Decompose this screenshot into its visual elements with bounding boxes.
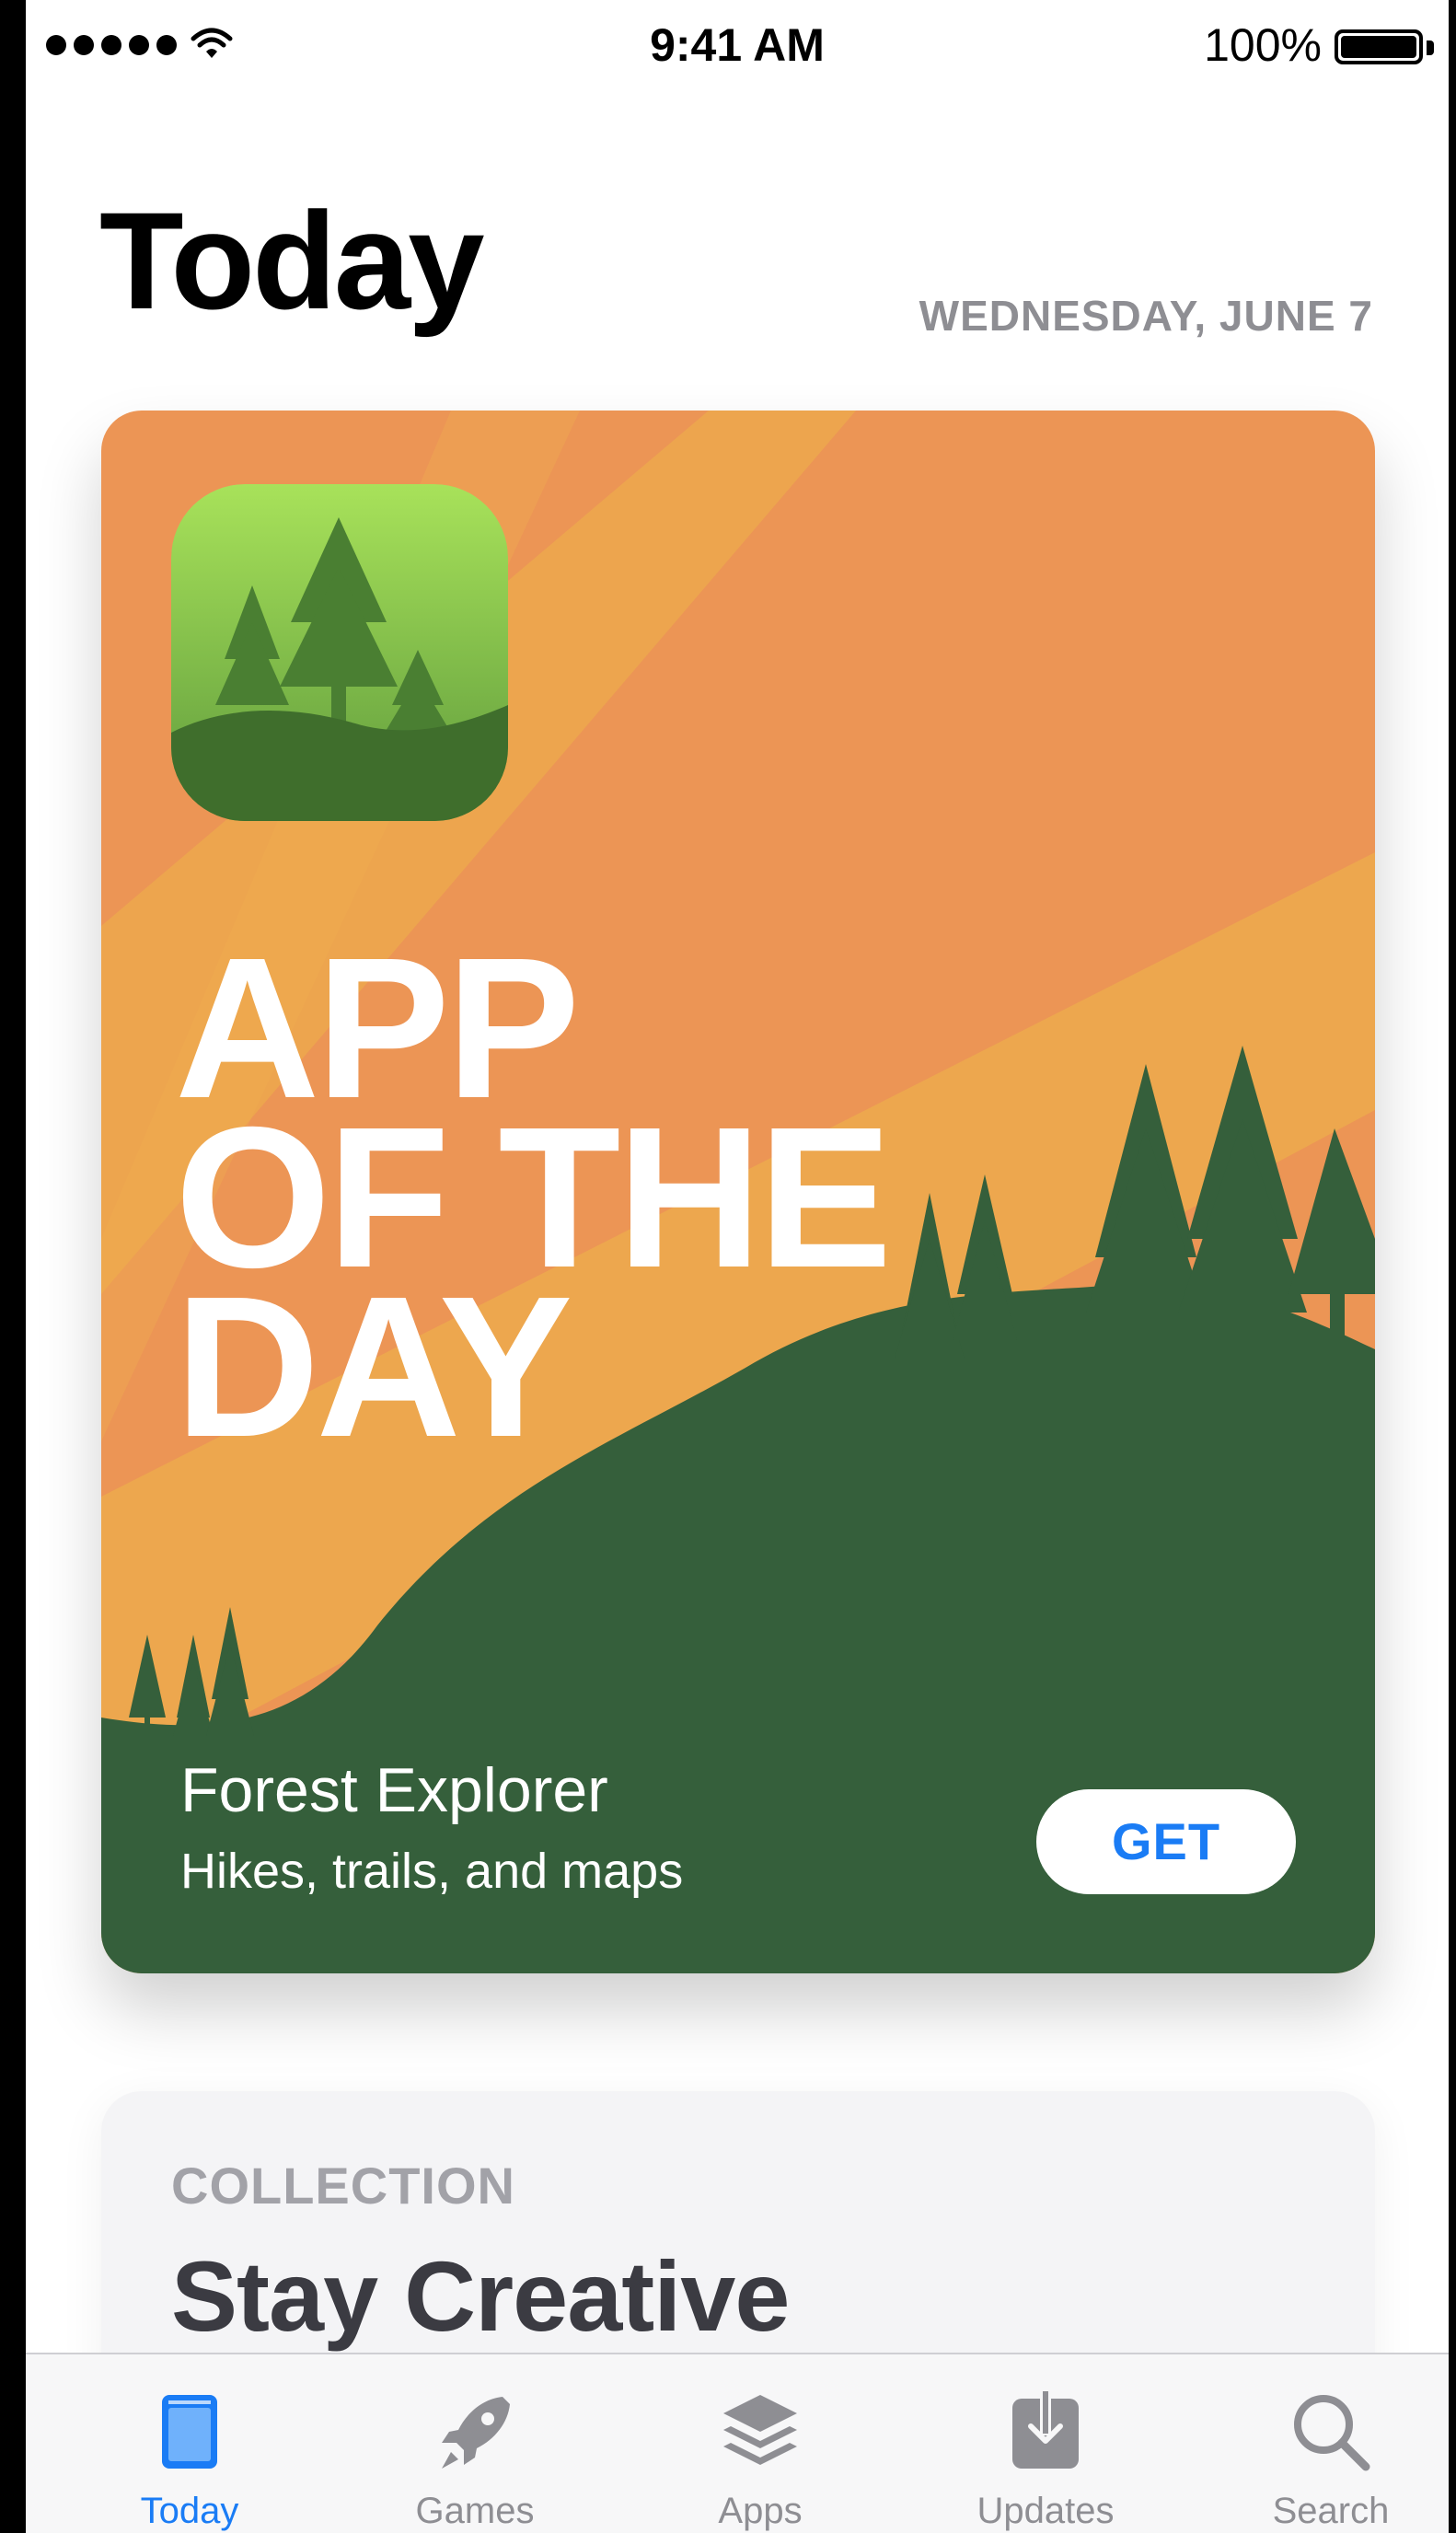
download-icon [1012,2389,1079,2469]
forest-app-icon [171,484,508,821]
tab-label-today: Today [140,2491,239,2531]
battery-tip [1427,40,1434,55]
tab-label-search: Search [1272,2491,1390,2531]
app-name: Forest Explorer [180,1755,608,1825]
battery-icon [1335,29,1423,64]
tab-label-updates: Updates [976,2491,1115,2531]
page-date: WEDNESDAY, JUNE 7 [919,292,1373,340]
status-bar: 9:41 AM 100% [26,0,1449,85]
battery-percent: 100% [1204,19,1322,71]
layers-icon [723,2395,797,2465]
tab-label-games: Games [415,2491,535,2531]
collection-title: Stay Creative [171,2240,790,2352]
collection-kicker: COLLECTION [171,2157,515,2215]
app-store-screen: 9:41 AM 100% Today WEDNESDAY, JUNE 7 APP… [26,0,1449,2533]
tab-label-apps: Apps [718,2491,803,2531]
get-button[interactable]: GET [1036,1789,1296,1894]
today-icon [162,2395,217,2469]
tab-today[interactable]: Today [98,2354,282,2533]
tab-updates[interactable]: Updates [953,2354,1138,2533]
tab-apps[interactable]: Apps [668,2354,852,2533]
page-title: Today [99,183,485,338]
app-subtitle: Hikes, trails, and maps [180,1844,684,1899]
search-icon [1294,2395,1370,2471]
tab-bar: Today Games Apps Updates Search [26,2353,1449,2533]
tab-games[interactable]: Games [383,2354,567,2533]
app-of-the-day-card[interactable]: APP OF THE DAY Forest Explorer Hikes, tr… [101,411,1375,1973]
rocket-icon [442,2397,510,2469]
tab-search[interactable]: Search [1239,2354,1423,2533]
card-headline: APP OF THE DAY [175,929,1003,1468]
